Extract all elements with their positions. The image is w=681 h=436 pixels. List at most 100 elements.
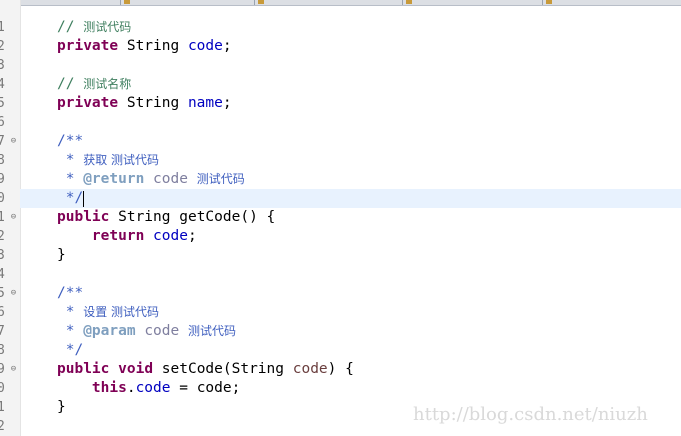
code-line[interactable]: * @param code 测试代码 xyxy=(57,322,236,341)
code-line[interactable]: /** xyxy=(57,284,83,303)
javadoc-text: 测试代码 xyxy=(187,324,236,338)
collapse-fold-icon[interactable]: ⊖ xyxy=(9,289,18,298)
assignment: = code; xyxy=(170,380,241,396)
keyword: return xyxy=(91,228,145,244)
code-line[interactable]: public String getCode() { xyxy=(57,208,275,227)
code-line[interactable]: return code; xyxy=(57,227,197,246)
line-number: 1 xyxy=(0,210,5,225)
current-line-highlight xyxy=(20,189,681,208)
javadoc-text: 获取 测试代码 xyxy=(83,153,160,167)
code-line[interactable]: /** xyxy=(57,132,83,151)
code-line[interactable]: // 测试代码 xyxy=(57,18,131,37)
comment-text: 测试代码 xyxy=(83,20,132,34)
line-number: 6 xyxy=(0,115,5,130)
parameter-name: code xyxy=(292,361,328,377)
punctuation: . xyxy=(126,380,136,396)
code-line[interactable]: public void setCode(String code) { xyxy=(57,360,354,379)
field-name: code xyxy=(135,380,171,396)
closing-brace: } xyxy=(57,399,66,415)
editor-tab[interactable] xyxy=(402,0,543,5)
code-line[interactable]: * 获取 测试代码 xyxy=(57,151,159,170)
code-line[interactable]: this.code = code; xyxy=(57,379,240,398)
collapse-fold-icon[interactable]: ⊖ xyxy=(9,137,18,146)
method-signature: setCode(String xyxy=(153,361,293,377)
java-file-icon xyxy=(124,0,130,4)
javadoc-open: /** xyxy=(57,285,84,301)
collapse-fold-icon[interactable]: ⊖ xyxy=(9,213,18,222)
comment-text: 测试名称 xyxy=(83,77,132,91)
javadoc-tag: @return xyxy=(83,171,145,187)
line-number: 7 xyxy=(0,324,5,339)
code-line[interactable]: // 测试名称 xyxy=(57,75,131,94)
line-number: 5 xyxy=(0,286,5,301)
javadoc-close: */ xyxy=(57,342,84,358)
line-number: 7 xyxy=(0,134,5,149)
closing-brace: } xyxy=(57,247,66,263)
type-name: String xyxy=(118,38,188,54)
code-line[interactable]: } xyxy=(57,398,66,417)
code-line[interactable]: */ xyxy=(57,341,83,360)
javadoc-identifier: code xyxy=(153,171,188,187)
javadoc-star: * xyxy=(57,171,84,187)
code-line[interactable]: * @return code 测试代码 xyxy=(57,170,245,189)
javadoc-text: 设置 测试代码 xyxy=(83,305,160,319)
line-number: 9 xyxy=(0,172,5,187)
keyword: private xyxy=(57,95,119,111)
keyword: public xyxy=(57,361,110,377)
java-file-icon xyxy=(258,0,264,4)
javadoc-tag: @param xyxy=(83,323,136,339)
punctuation: ) { xyxy=(327,361,354,377)
line-number: 6 xyxy=(0,305,5,320)
javadoc-text: 测试代码 xyxy=(196,172,245,186)
javadoc-close: */ xyxy=(57,190,84,206)
line-number: 8 xyxy=(0,153,5,168)
line-number: 4 xyxy=(0,267,5,282)
line-number-gutter[interactable]: 1 2 3 4 5 6 7 8 9 0 1 2 3 4 5 6 7 8 9 0 … xyxy=(0,0,21,436)
javadoc-star: * xyxy=(57,304,84,320)
line-number: 1 xyxy=(0,400,5,415)
editor-tab[interactable] xyxy=(542,0,681,5)
javadoc-identifier: code xyxy=(144,323,180,339)
method-signature: String getCode() { xyxy=(109,209,276,225)
keyword: private xyxy=(57,38,119,54)
editor-tab-strip xyxy=(0,0,681,6)
keyword: void xyxy=(118,361,154,377)
editor-tab[interactable] xyxy=(120,0,255,5)
collapse-fold-icon[interactable]: ⊖ xyxy=(9,365,18,374)
line-number: 2 xyxy=(0,419,5,434)
line-number: 3 xyxy=(0,248,5,263)
line-number: 2 xyxy=(0,39,5,54)
comment-slashes: // xyxy=(57,19,84,35)
code-line[interactable]: private String code; xyxy=(57,37,232,56)
line-number: 9 xyxy=(0,362,5,377)
keyword: this xyxy=(91,380,127,396)
field-name: code xyxy=(187,38,223,54)
editor-tab[interactable] xyxy=(254,0,403,5)
line-number: 4 xyxy=(0,77,5,92)
punctuation: ; xyxy=(222,95,232,111)
type-name: String xyxy=(118,95,188,111)
field-name: code xyxy=(153,228,188,244)
line-number: 0 xyxy=(0,191,5,206)
code-line[interactable]: } xyxy=(57,246,66,265)
code-line[interactable]: */ xyxy=(57,189,83,208)
java-file-icon xyxy=(546,0,552,4)
line-number: 1 xyxy=(0,20,5,35)
javadoc-open: /** xyxy=(57,133,84,149)
punctuation: ; xyxy=(187,228,197,244)
keyword: public xyxy=(57,209,110,225)
code-line[interactable]: * 设置 测试代码 xyxy=(57,303,159,322)
punctuation: ; xyxy=(222,38,232,54)
comment-slashes: // xyxy=(57,76,84,92)
java-file-icon xyxy=(406,0,412,4)
line-number: 5 xyxy=(0,96,5,111)
code-line[interactable]: private String name; xyxy=(57,94,232,113)
watermark: http://blog.csdn.net/niuzh xyxy=(413,404,648,425)
